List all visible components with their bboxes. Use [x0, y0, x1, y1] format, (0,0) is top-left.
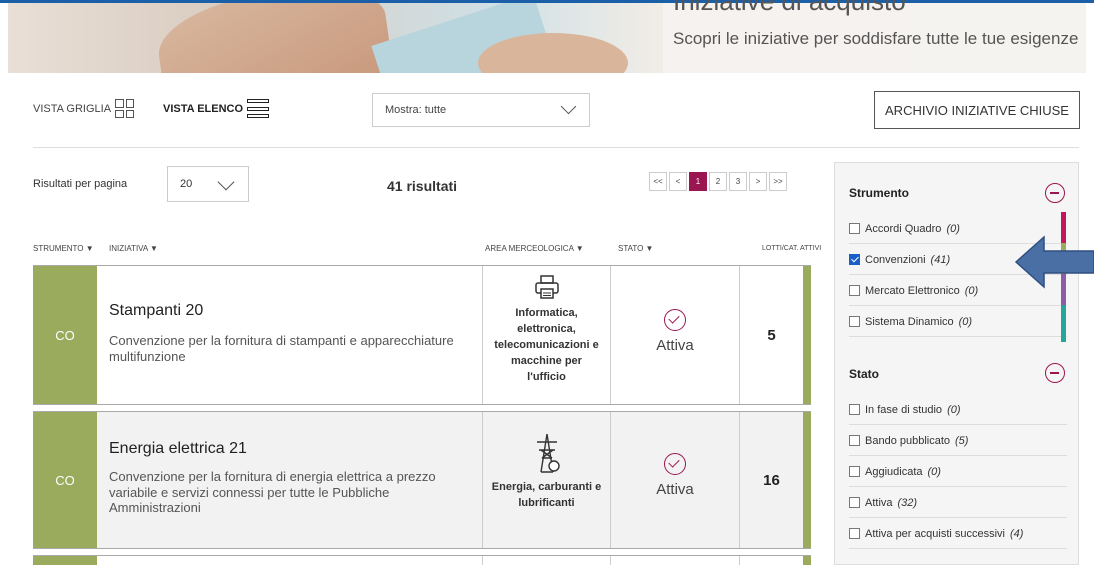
checkbox[interactable] [849, 497, 860, 508]
per-page-value: 20 [180, 178, 193, 190]
pager-page-2[interactable]: 2 [709, 172, 727, 191]
checkbox[interactable] [849, 435, 860, 446]
hero-title: Iniziative di acquisto [673, 0, 906, 16]
instrument-color-bar [803, 412, 811, 548]
pager-first[interactable]: << [649, 172, 667, 191]
check-circle-icon [664, 309, 686, 331]
pager-page-1[interactable]: 1 [689, 172, 707, 191]
initiative-title[interactable]: Stampanti 20 [109, 302, 203, 320]
active-lots: 16 [739, 412, 803, 548]
pagination: << < 1 2 3 > >> [649, 172, 787, 191]
pager-prev[interactable]: < [669, 172, 687, 191]
product-area-partial [482, 556, 611, 565]
printer-icon [534, 275, 559, 299]
table-row[interactable]: CO Stampanti 20 Convenzione per la forni… [33, 265, 811, 405]
results-count: 41 risultati [387, 178, 458, 194]
table-row[interactable]: CO Energia elettrica 21 Convenzione per … [33, 411, 811, 549]
arrow-left-icon [1014, 235, 1094, 289]
hero-subtitle: Scopri le iniziative per soddisfare tutt… [673, 29, 1079, 48]
header-lotti: LOTTI/CAT. ATTIVI [762, 245, 822, 252]
list-icon [247, 99, 270, 118]
pager-last[interactable]: >> [769, 172, 787, 191]
collapse-stato-icon[interactable] [1045, 363, 1065, 383]
archive-button[interactable]: ARCHIVIO INIZIATIVE CHIUSE [874, 91, 1080, 129]
instrument-color-bar [803, 556, 811, 565]
active-lots: 5 [739, 266, 803, 404]
filter-option-aggiudicata[interactable]: Aggiudicata (0) [849, 457, 1067, 487]
grid-view-toggle[interactable]: VISTA GRIGLIA [33, 99, 135, 118]
grid-view-label: VISTA GRIGLIA [33, 102, 112, 115]
checkbox[interactable] [849, 466, 860, 477]
grid-icon [115, 99, 135, 118]
checkbox[interactable] [849, 404, 860, 415]
filter-option-attiva[interactable]: Attiva (32) [849, 488, 1067, 518]
status-cell: Attiva [611, 266, 739, 404]
hero-hand-image [152, 3, 394, 73]
divider [33, 147, 1079, 148]
filter-stato-title: Stato [849, 367, 879, 381]
filter-option-bando-pubblicato[interactable]: Bando pubblicato (5) [849, 426, 1067, 456]
table-row[interactable] [33, 555, 811, 565]
instrument-code: CO [33, 266, 97, 404]
collapse-strumento-icon[interactable] [1045, 183, 1065, 203]
initiative-description: Convenzione per la fornitura di stampant… [109, 333, 454, 364]
product-area: Energia, carburanti e lubrificanti [482, 412, 611, 548]
show-filter-value: Mostra: tutte [385, 104, 447, 116]
filter-sidebar: Strumento Accordi Quadro (0) Convenzioni… [834, 162, 1079, 565]
per-page-select[interactable]: 20 [167, 166, 249, 202]
power-tower-icon [536, 433, 560, 473]
pager-next[interactable]: > [749, 172, 767, 191]
filter-option-sistema-dinamico[interactable]: Sistema Dinamico (0) [849, 307, 1067, 337]
header-stato[interactable]: STATO ▼ [618, 244, 653, 253]
active-lots-partial [739, 556, 803, 565]
filter-option-in-fase-di-studio[interactable]: In fase di studio (0) [849, 395, 1067, 425]
list-view-label: VISTA ELENCO [163, 102, 244, 115]
instrument-code-partial [33, 556, 97, 565]
chevron-down-icon [217, 173, 235, 191]
product-area: Informatica, elettronica, telecomunicazi… [482, 266, 611, 404]
chevron-down-icon [560, 98, 577, 115]
filter-option-attiva-acquisti-successivi[interactable]: Attiva per acquisti successivi (4) [849, 519, 1067, 549]
color-bar-sistema [1061, 305, 1066, 342]
header-strumento[interactable]: STRUMENTO ▼ [33, 244, 94, 253]
instrument-code: CO [33, 412, 97, 548]
instrument-color-bar [803, 266, 811, 404]
checkbox[interactable] [849, 316, 860, 327]
show-filter-select[interactable]: Mostra: tutte [372, 93, 590, 127]
per-page-label: Risultati per pagina [33, 178, 128, 190]
product-area-label: Informatica, elettronica, telecomunicazi… [494, 307, 599, 383]
status-label: Attiva [656, 481, 694, 498]
header-area[interactable]: AREA MERCEOLOGICA ▼ [485, 244, 584, 253]
pager-page-3[interactable]: 3 [729, 172, 747, 191]
checkbox[interactable] [849, 285, 860, 296]
check-circle-icon [664, 453, 686, 475]
checkbox[interactable] [849, 528, 860, 539]
status-label: Attiva [656, 337, 694, 354]
checkbox-checked[interactable] [849, 254, 860, 265]
initiative-description: Convenzione per la fornitura di energia … [109, 469, 436, 516]
product-area-label: Energia, carburanti e lubrificanti [491, 481, 602, 509]
checkbox[interactable] [849, 223, 860, 234]
status-cell: Attiva [611, 412, 739, 548]
filter-strumento-title: Strumento [849, 186, 909, 200]
initiative-title[interactable]: Energia elettrica 21 [109, 440, 247, 458]
header-iniziativa[interactable]: INIZIATIVA ▼ [109, 244, 158, 253]
list-view-toggle[interactable]: VISTA ELENCO [163, 99, 270, 118]
